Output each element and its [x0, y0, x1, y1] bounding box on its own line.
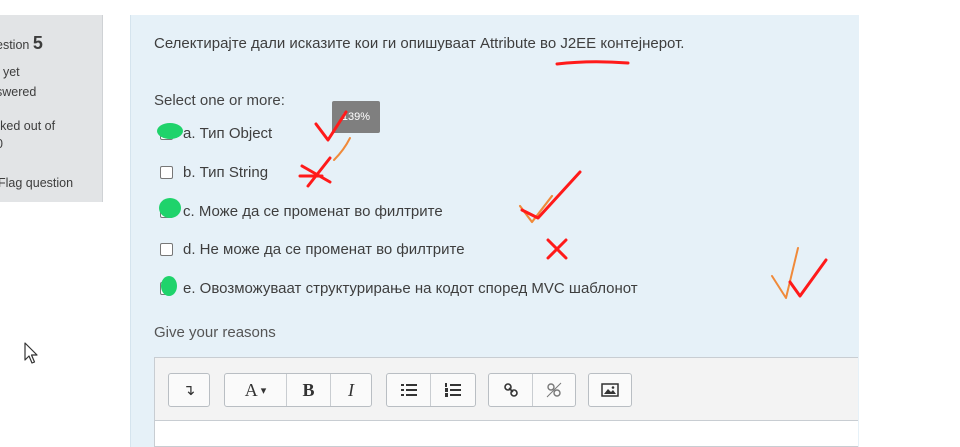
bold-button[interactable]: B	[287, 374, 331, 406]
italic-button[interactable]: I	[331, 374, 371, 406]
unordered-list-icon	[400, 384, 417, 396]
option-c[interactable]: c. Може да се променат во филтрите	[160, 201, 443, 221]
link-group	[488, 373, 576, 407]
option-d-label: d. Не може да се променат во филтрите	[183, 240, 465, 258]
italic-icon: I	[348, 379, 354, 400]
question-info-panel: estion 5 t yet swered rked out of 0 Flag…	[0, 15, 103, 202]
option-b-label: b. Тип String	[183, 163, 269, 181]
option-a-label: a. Тип Object	[183, 124, 273, 142]
question-text: Селектирајте дали исказите кои ги опишув…	[154, 35, 685, 52]
reasons-label: Give your reasons	[154, 324, 276, 341]
option-c-label: c. Може да се променат во филтрите	[183, 202, 443, 220]
option-c-checkbox[interactable]	[160, 204, 173, 218]
option-a-checkbox[interactable]	[160, 126, 173, 140]
chevron-down-icon: ▾	[260, 384, 267, 397]
unlink-icon	[546, 382, 562, 398]
insert-image-button[interactable]	[589, 374, 631, 406]
option-e-label: e. Овозможуваат структурирање на кодот с…	[183, 279, 638, 297]
marked-line-2: 0	[0, 137, 3, 151]
zoom-tooltip: 139%	[332, 101, 380, 133]
option-d[interactable]: d. Не може да се променат во филтрите	[160, 239, 465, 259]
unlink-button[interactable]	[533, 374, 575, 406]
marked-line-1: rked out of	[0, 119, 56, 133]
status-line-1: t yet	[0, 65, 20, 79]
undo-button[interactable]: ↴	[169, 374, 209, 406]
undo-group: ↴	[168, 373, 210, 407]
option-a[interactable]: a. Тип Object	[160, 123, 272, 143]
link-button[interactable]	[489, 374, 533, 406]
ordered-list-icon	[445, 383, 461, 397]
font-style-icon: A	[244, 379, 258, 400]
option-e[interactable]: e. Овозможуваат структурирање на кодот с…	[160, 278, 638, 298]
mouse-cursor-icon	[24, 342, 38, 364]
question-number-value: 5	[32, 33, 43, 53]
status-line-2: swered	[0, 85, 37, 99]
format-group: A ▾ B I	[224, 373, 372, 407]
font-style-button[interactable]: A ▾	[225, 374, 287, 406]
option-b-checkbox[interactable]	[160, 165, 173, 179]
flag-question-label: Flag question	[0, 176, 74, 190]
image-icon	[601, 383, 619, 397]
flag-question-link[interactable]: Flag question	[0, 176, 73, 190]
list-group	[386, 373, 476, 407]
image-group	[588, 373, 632, 407]
link-icon	[503, 383, 518, 397]
option-b[interactable]: b. Тип String	[160, 162, 268, 182]
select-prompt: Select one or more:	[154, 92, 285, 109]
unordered-list-button[interactable]	[387, 374, 431, 406]
bold-icon: B	[302, 379, 315, 400]
undo-icon: ↴	[182, 382, 196, 399]
question-number: estion 5	[0, 33, 43, 54]
ordered-list-button[interactable]	[431, 374, 475, 406]
option-e-checkbox[interactable]	[160, 281, 173, 295]
option-d-checkbox[interactable]	[160, 242, 173, 256]
question-label: estion	[0, 38, 30, 52]
